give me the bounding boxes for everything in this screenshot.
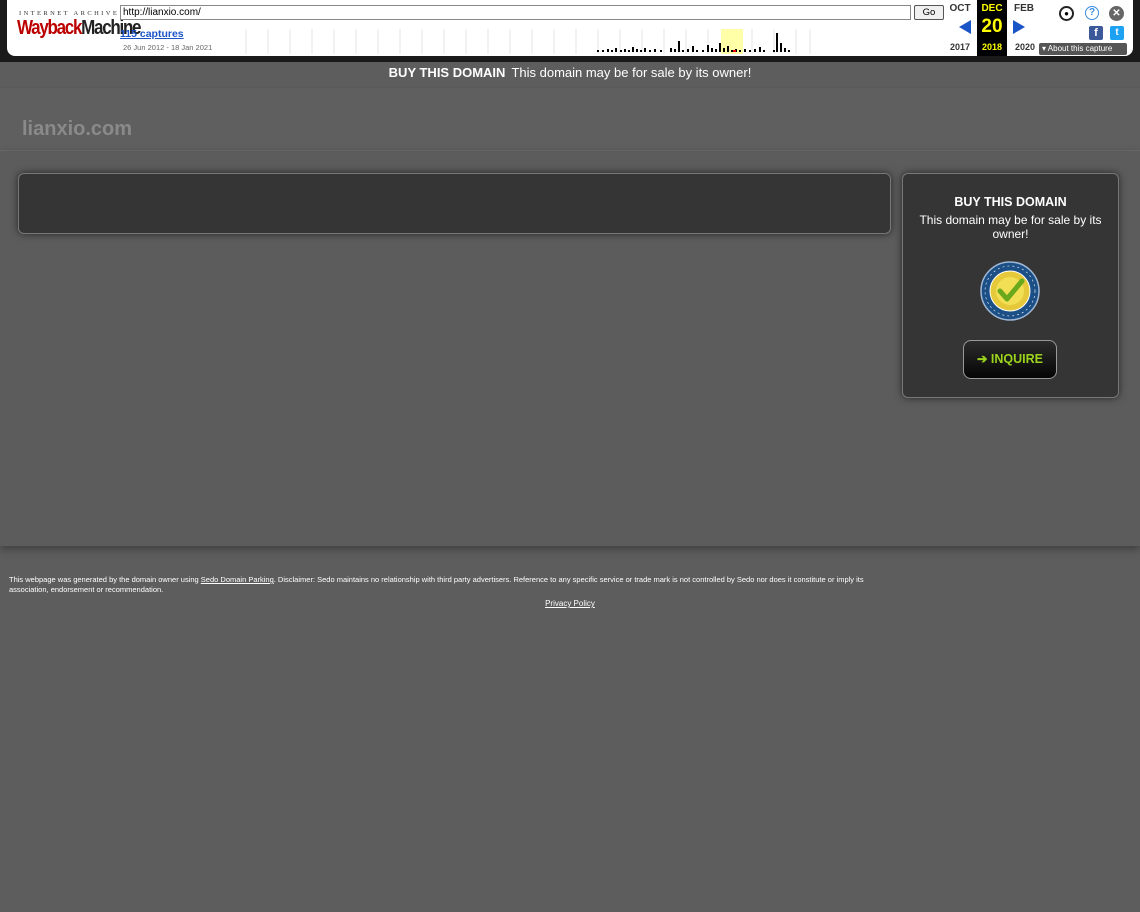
wayback-logo[interactable]: WaybackMachine [17,17,142,43]
wayback-logo-word: Wayback [17,17,82,39]
wayback-url-input[interactable]: http://lianxio.com/ [120,5,911,20]
captures-date-range: 26 Jun 2012 - 18 Jan 2021 [123,43,213,52]
twitter-icon[interactable]: t [1110,26,1124,40]
inquire-label: INQUIRE [990,352,1044,366]
current-year: 2018 [981,42,1003,52]
wayback-logo-caption: INTERNET ARCHIVE [19,10,120,17]
next-year[interactable]: 2020 [1011,42,1039,52]
prev-year[interactable]: 2017 [946,42,974,52]
buy-domain-text: This domain may be for sale by its owner… [919,213,1102,241]
footer-disclaimer: This webpage was generated by the domain… [9,575,869,595]
banner-text: This domain may be for sale by its owner… [511,65,752,80]
page-header: lianxio.com [0,88,1140,151]
facebook-icon[interactable]: f [1089,26,1103,40]
about-capture-label: About this capture [1047,44,1113,53]
prev-capture-arrow-icon[interactable] [959,20,971,34]
prev-month[interactable]: OCT [946,3,974,14]
help-icon[interactable]: ? [1085,6,1099,20]
arrow-right-icon: ➔ [976,352,991,366]
banner-bold: BUY THIS DOMAIN [388,65,506,80]
sedo-parking-link[interactable]: Sedo Domain Parking [201,575,274,584]
page-title: lianxio.com [22,118,133,140]
buy-domain-heading: BUY THIS DOMAIN [954,195,1067,209]
next-capture-arrow-icon[interactable] [1013,20,1025,34]
current-month: DEC [981,3,1003,14]
wayback-go-button[interactable]: Go [914,5,944,20]
buy-domain-banner[interactable]: BUY THIS DOMAIN This domain may be for sa… [0,62,1140,86]
buy-domain-box: BUY THIS DOMAIN This domain may be for s… [902,173,1119,398]
privacy-policy-link[interactable]: Privacy Policy [0,599,1140,608]
captures-link[interactable]: 115 captures [120,28,184,40]
ads-panel [18,173,891,234]
captures-sparkline[interactable] [224,29,942,54]
inquire-button[interactable]: ➔ INQUIRE [963,340,1057,379]
next-month[interactable]: FEB [1010,3,1038,14]
current-day: 20 [981,16,1003,37]
wayback-toolbar: INTERNET ARCHIVE WaybackMachine http://l… [0,0,1140,62]
wayback-toolbar-panel: INTERNET ARCHIVE WaybackMachine http://l… [7,0,1133,56]
user-icon[interactable]: ● [1059,6,1074,21]
current-capture-date: DEC 20 2018 [977,0,1007,56]
close-icon[interactable]: ✕ [1109,6,1124,21]
buyer-protection-seal-icon [980,261,1040,321]
about-capture-dropdown[interactable]: ▾ About this capture [1039,43,1127,55]
footer-text-pre: This webpage was generated by the domain… [9,575,201,584]
